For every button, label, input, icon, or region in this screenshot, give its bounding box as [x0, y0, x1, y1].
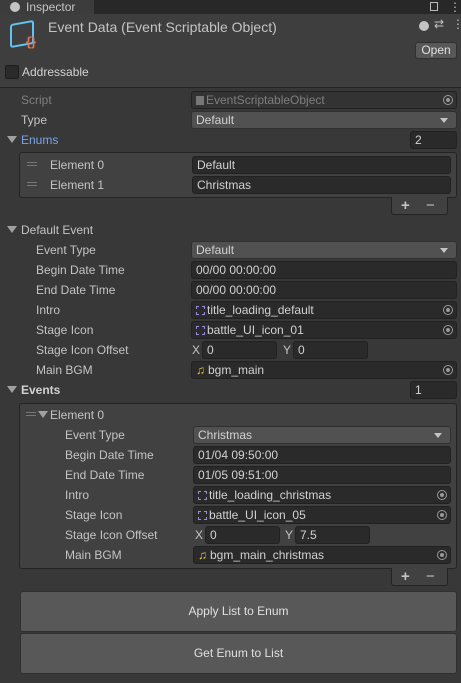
object-picker-icon[interactable]: [443, 365, 453, 375]
sprite-icon: [196, 326, 205, 335]
drag-handle-icon[interactable]: [27, 162, 37, 166]
bgm-label: Main BGM: [36, 363, 93, 377]
object-picker-icon[interactable]: [437, 550, 447, 560]
offset-x-field[interactable]: 0: [205, 526, 280, 544]
event-type-dropdown[interactable]: Christmas: [193, 426, 451, 444]
bgm-field[interactable]: ♫ bgm_main_christmas: [193, 546, 451, 564]
offset-label: Stage Icon Offset: [36, 343, 129, 357]
event-type-dropdown[interactable]: Default: [191, 241, 457, 259]
enum-element-field[interactable]: Christmas: [192, 176, 451, 194]
script-icon: [196, 96, 204, 105]
enums-label[interactable]: Enums: [21, 131, 58, 149]
offset-y-field[interactable]: 7.5: [295, 526, 370, 544]
intro-label: Intro: [65, 488, 90, 502]
intro-field[interactable]: title_loading_default: [191, 301, 457, 319]
open-button[interactable]: Open: [415, 42, 457, 59]
y-label: Y: [283, 343, 292, 357]
stage-icon-label: Stage Icon: [36, 323, 94, 337]
default-event-foldout-arrow[interactable]: [7, 226, 17, 238]
events-foldout-arrow[interactable]: [7, 386, 17, 398]
default-event-label[interactable]: Default Event: [21, 221, 93, 239]
script-value: EventScriptableObject: [206, 93, 325, 107]
event-type-label: Event Type: [65, 428, 125, 442]
y-label: Y: [285, 528, 294, 542]
add-button[interactable]: +: [401, 568, 410, 585]
enums-foldout-arrow[interactable]: [7, 136, 17, 148]
add-button[interactable]: +: [401, 197, 410, 214]
begin-date-field[interactable]: 00/00 00:00:00: [191, 261, 457, 279]
addressable-label: Addressable: [22, 65, 89, 79]
bgm-field[interactable]: ♫ bgm_main: [191, 361, 457, 379]
type-dropdown[interactable]: Default: [191, 111, 457, 129]
remove-button[interactable]: −: [426, 197, 435, 214]
begin-date-label: Begin Date Time: [65, 448, 154, 462]
x-label: X: [195, 528, 204, 542]
bgm-value: bgm_main_christmas: [210, 548, 325, 562]
object-picker-icon[interactable]: [437, 510, 447, 520]
enum-element-label: Element 1: [50, 178, 105, 192]
info-icon: [10, 2, 20, 12]
object-picker-icon[interactable]: [443, 325, 453, 335]
x-label: X: [192, 343, 201, 357]
stage-icon-field[interactable]: battle_UI_icon_05: [193, 506, 451, 524]
object-picker-icon[interactable]: [443, 305, 453, 315]
offset-y-field[interactable]: 0: [293, 341, 368, 359]
sprite-icon: [198, 491, 207, 500]
end-date-label: End Date Time: [65, 468, 145, 482]
audio-clip-icon: ♫: [196, 363, 205, 377]
event-type-label: Event Type: [36, 243, 96, 257]
object-picker-icon: [443, 95, 453, 105]
enums-count[interactable]: 2: [410, 131, 457, 149]
end-date-field[interactable]: 00/00 00:00:00: [191, 281, 457, 299]
offset-x-field[interactable]: 0: [202, 341, 277, 359]
object-title: Event Data (Event Scriptable Object): [48, 19, 277, 35]
more-icon[interactable]: ⋮: [449, 0, 461, 14]
enums-list-footer: [391, 197, 448, 215]
events-count[interactable]: 1: [410, 381, 457, 399]
object-picker-icon[interactable]: [437, 490, 447, 500]
begin-date-field[interactable]: 01/04 09:50:00: [193, 446, 451, 464]
drag-handle-icon[interactable]: [27, 182, 37, 186]
apply-list-to-enum-button[interactable]: Apply List to Enum: [20, 591, 457, 632]
lock-icon[interactable]: [430, 2, 438, 11]
sprite-icon: [196, 306, 205, 315]
enum-element-label: Element 0: [50, 158, 105, 172]
stage-icon-label: Stage Icon: [65, 508, 123, 522]
intro-value: title_loading_christmas: [209, 488, 332, 502]
bgm-value: bgm_main: [208, 363, 265, 377]
type-label: Type: [21, 113, 48, 127]
script-label: Script: [21, 93, 52, 107]
tab-inspector[interactable]: Inspector: [0, 0, 94, 14]
sprite-icon: [198, 511, 207, 520]
intro-field[interactable]: title_loading_christmas: [193, 486, 451, 504]
get-enum-to-list-button[interactable]: Get Enum to List: [20, 633, 457, 674]
end-date-label: End Date Time: [36, 283, 116, 297]
offset-label: Stage Icon Offset: [65, 528, 158, 542]
enum-element-field[interactable]: Default: [192, 156, 451, 174]
braces-icon: {}: [26, 34, 37, 49]
tab-label: Inspector: [26, 0, 76, 14]
addressable-checkbox[interactable]: [5, 65, 19, 79]
drag-handle-icon[interactable]: [26, 412, 36, 416]
stage-icon-field[interactable]: battle_UI_icon_01: [191, 321, 457, 339]
events-label[interactable]: Events: [21, 381, 60, 399]
stage-icon-value: battle_UI_icon_01: [207, 323, 304, 337]
stage-icon-value: battle_UI_icon_05: [209, 508, 306, 522]
remove-button[interactable]: −: [426, 568, 435, 585]
intro-value: title_loading_default: [207, 303, 314, 317]
begin-date-label: Begin Date Time: [36, 263, 125, 277]
element-foldout-arrow[interactable]: [38, 411, 48, 423]
end-date-field[interactable]: 01/05 09:51:00: [193, 466, 451, 484]
element-label[interactable]: Element 0: [50, 406, 104, 424]
bgm-label: Main BGM: [65, 548, 122, 562]
audio-clip-icon: ♫: [198, 548, 207, 562]
events-list-footer: [391, 568, 448, 586]
presets-icon[interactable]: ⇄: [434, 17, 444, 31]
more-icon[interactable]: ⋮: [452, 17, 461, 31]
intro-label: Intro: [36, 303, 61, 317]
script-field: EventScriptableObject: [191, 91, 457, 109]
help-icon[interactable]: [419, 21, 429, 31]
